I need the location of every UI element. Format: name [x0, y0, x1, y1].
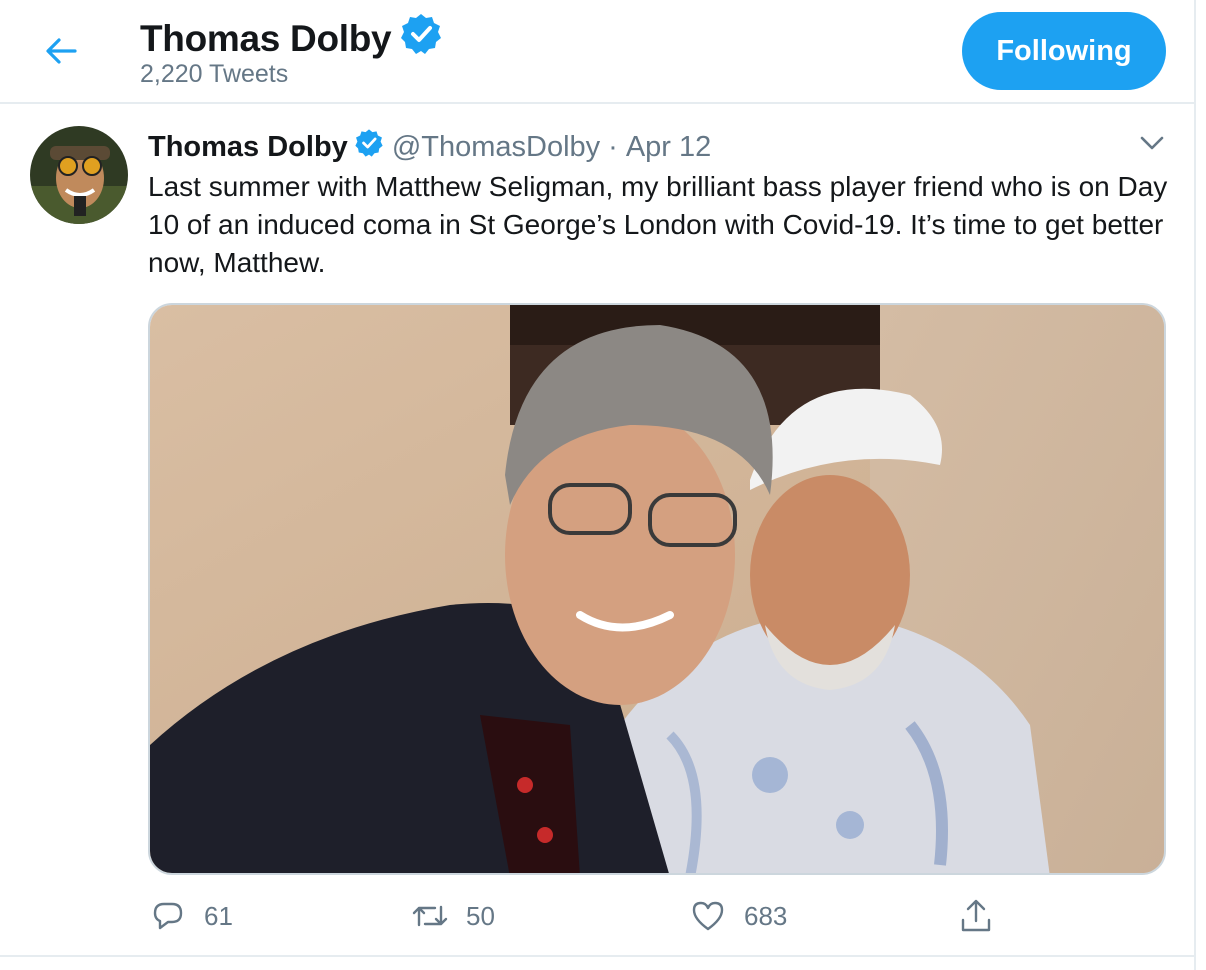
back-button[interactable]	[36, 28, 86, 74]
like-button[interactable]: 683	[688, 892, 787, 940]
reply-icon	[148, 896, 188, 936]
following-button[interactable]: Following	[962, 12, 1166, 90]
author-name[interactable]: Thomas Dolby	[148, 131, 348, 164]
chevron-down-icon	[1140, 136, 1164, 150]
tweet-text: Last summer with Matthew Seligman, my br…	[148, 171, 1168, 278]
tweet-actions: 61 50 683	[148, 892, 1048, 940]
divider	[0, 955, 1196, 957]
retweet-button[interactable]: 50	[410, 892, 495, 940]
tweet-photo[interactable]	[148, 303, 1166, 875]
share-icon	[956, 896, 996, 936]
tweet-date[interactable]: Apr 12	[626, 131, 711, 164]
share-button[interactable]	[956, 892, 1012, 940]
author-handle[interactable]: @ThomasDolby	[392, 131, 600, 164]
heart-icon	[688, 896, 728, 936]
verified-badge-icon	[354, 128, 384, 166]
profile-name: Thomas Dolby	[140, 17, 392, 59]
timeline-column: Thomas Dolby 2,220 Tweets Following Thom…	[0, 0, 1196, 970]
like-count: 683	[744, 900, 788, 931]
arrow-left-icon	[46, 38, 77, 64]
avatar[interactable]	[30, 126, 128, 224]
retweet-icon	[410, 896, 450, 936]
retweet-count: 50	[466, 900, 495, 931]
tweet-header: Thomas Dolby @ThomasDolby · Apr 12	[148, 128, 711, 166]
reply-button[interactable]: 61	[148, 892, 233, 940]
profile-title: Thomas Dolby	[140, 12, 443, 65]
tweet-menu-button[interactable]	[1134, 128, 1170, 158]
verified-badge-icon	[399, 12, 443, 65]
profile-header: Thomas Dolby 2,220 Tweets Following	[0, 0, 1196, 104]
separator-dot: ·	[608, 130, 618, 163]
tweet-count: 2,220 Tweets	[140, 60, 289, 88]
reply-count: 61	[204, 900, 233, 931]
